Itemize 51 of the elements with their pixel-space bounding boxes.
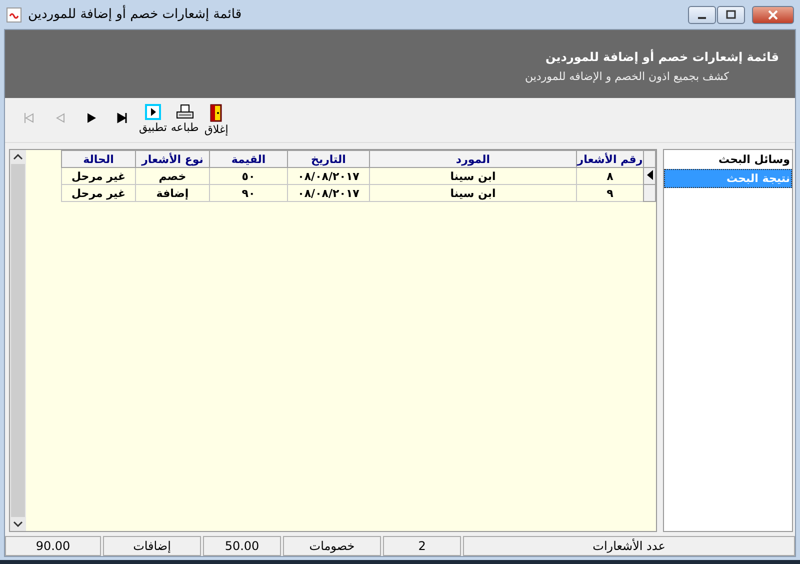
scrollbar-thumb[interactable] [11,164,25,517]
current-row-icon [646,170,652,180]
next-icon [84,112,96,124]
apply-button[interactable]: تطبيق [137,102,169,136]
status-field: 50.00 [203,536,281,556]
last-icon [116,112,128,124]
column-header[interactable]: رقم الأشعار [576,150,644,168]
table-cell: غير مرحل [62,184,136,202]
scroll-up-icon [13,154,23,160]
table-cell: ابن سينا [370,184,576,202]
status-field: 90.00 [5,536,101,556]
app-icon [6,6,22,22]
status-field: 2 [383,536,461,556]
first-icon [22,112,34,124]
maximize-icon [725,10,737,20]
close-button[interactable]: إغلاق [200,102,232,136]
table-cell: ٨ [576,168,644,184]
window-title: قائمة إشعارات خصم أو إضافة للموردين [28,7,242,22]
column-header[interactable]: الحالة [62,150,136,168]
scroll-down-icon [13,521,23,527]
table-cell: ٩ [576,184,644,202]
play-icon [144,104,161,120]
close-button[interactable] [752,6,794,24]
previous-icon [54,112,66,124]
table-cell: ٠٨/٠٨/٢٠١٧ [288,168,370,184]
status-field: خصومات [283,536,381,556]
header-title: قائمة إشعارات خصم أو إضافة للموردين [545,50,779,64]
header-subtitle: كشف بجميع اذون الخصم و الإضافه للموردين [525,70,730,82]
status-field: إضافات [103,536,201,556]
maximize-button[interactable] [717,6,745,24]
close-icon [767,10,779,20]
table-cell: ابن سينا [370,168,576,184]
print-button[interactable]: طباعه [168,102,201,136]
column-header[interactable]: التاريخ [288,150,370,168]
door-icon [210,104,222,122]
table-cell: غير مرحل [62,168,136,184]
status-field: عدد الأشعارات [463,536,795,556]
column-header[interactable]: المورد [370,150,576,168]
sidebar-item[interactable]: وسائل البحث [664,150,792,169]
table-cell: ٩٠ [210,184,288,202]
vertical-scrollbar[interactable] [10,150,26,531]
table-cell: خصم [136,168,210,184]
column-header[interactable]: نوع الأشعار [136,150,210,168]
table-cell: إضافة [136,184,210,202]
table-cell: ٥٠ [210,168,288,184]
printer-icon [176,104,194,120]
minimize-icon [698,16,706,18]
minimize-button[interactable] [688,6,716,24]
column-header[interactable]: القيمة [210,150,288,168]
row-selector[interactable] [644,168,656,184]
table-cell: ٠٨/٠٨/٢٠١٧ [288,184,370,202]
